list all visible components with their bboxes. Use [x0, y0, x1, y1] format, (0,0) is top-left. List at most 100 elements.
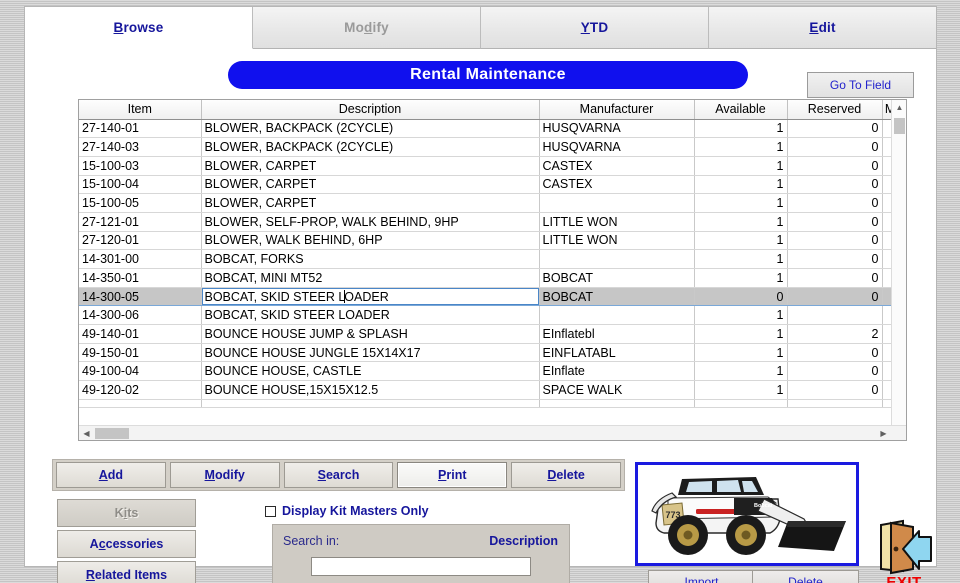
- available-cell[interactable]: 1: [694, 156, 788, 176]
- available-cell[interactable]: 1: [694, 324, 788, 344]
- print-button[interactable]: Print: [397, 462, 508, 488]
- description-cell[interactable]: BOBCAT, FORKS: [201, 249, 540, 269]
- scroll-right-icon[interactable]: ▶: [876, 426, 891, 440]
- available-cell[interactable]: 1: [694, 175, 788, 195]
- kits-button[interactable]: Kits: [57, 499, 196, 527]
- reserved-cell[interactable]: 0: [787, 212, 883, 232]
- column-header-manufacturer[interactable]: Manufacturer: [539, 100, 695, 120]
- available-cell[interactable]: 0: [694, 286, 788, 307]
- reserved-cell[interactable]: [787, 305, 883, 326]
- description-cell[interactable]: BLOWER, BACKPACK (2CYCLE): [201, 119, 540, 139]
- available-cell[interactable]: 1: [694, 380, 788, 400]
- manufacturer-cell[interactable]: LITTLE WON: [539, 231, 695, 251]
- available-cell[interactable]: 1: [694, 361, 788, 382]
- item-cell[interactable]: 14-301-00: [79, 249, 202, 269]
- manufacturer-cell[interactable]: HUSQVARNA: [539, 119, 695, 139]
- table-row-partial[interactable]: [79, 399, 906, 408]
- description-cell[interactable]: BOUNCE HOUSE JUNGLE 15X14X17: [201, 343, 540, 363]
- description-cell[interactable]: BLOWER, CARPET: [201, 175, 540, 195]
- item-cell[interactable]: 49-120-02: [79, 380, 202, 400]
- search-input[interactable]: [311, 557, 531, 576]
- description-cell[interactable]: BOUNCE HOUSE,15X15X12.5: [201, 380, 540, 400]
- table-row[interactable]: 14-301-00BOBCAT, FORKS1000: [79, 249, 906, 269]
- table-row[interactable]: 49-100-04BOUNCE HOUSE, CASTLEEInflate100…: [79, 361, 906, 382]
- table-row[interactable]: 27-140-01 BLOWER, BACKPACK (2CYCLE) HUSQVA…: [79, 119, 906, 139]
- tab-ytd[interactable]: YTD: [481, 7, 709, 49]
- display-kit-masters-checkbox-row[interactable]: Display Kit Masters Only: [265, 504, 429, 518]
- tab-browse[interactable]: Browse: [25, 7, 253, 49]
- available-cell[interactable]: 1: [694, 305, 788, 326]
- manufacturer-cell[interactable]: EINFLATABL: [539, 343, 695, 363]
- scroll-up-icon[interactable]: ▲: [892, 100, 906, 115]
- table-row[interactable]: 14-300-06BOBCAT, SKID STEER LOADER100: [79, 305, 906, 326]
- description-cell[interactable]: BLOWER, SELF-PROP, WALK BEHIND, 9HP: [201, 212, 540, 232]
- manufacturer-cell[interactable]: SPACE WALK: [539, 380, 695, 400]
- column-header-reserved[interactable]: Reserved: [787, 100, 883, 120]
- grid-vertical-scrollbar[interactable]: ▲ ▼: [891, 100, 906, 440]
- reserved-cell[interactable]: 0: [787, 361, 883, 382]
- search-button[interactable]: Search: [283, 462, 394, 488]
- table-row[interactable]: 15-100-03BLOWER, CARPETCASTEX1000: [79, 156, 906, 176]
- manufacturer-cell[interactable]: EInflate: [539, 361, 695, 382]
- tab-modify[interactable]: Modify: [253, 7, 481, 49]
- manufacturer-cell[interactable]: CASTEX: [539, 175, 695, 195]
- reserved-cell[interactable]: 0: [787, 231, 883, 251]
- item-cell[interactable]: 27-120-01: [79, 231, 202, 251]
- manufacturer-cell[interactable]: BOBCAT: [539, 268, 695, 288]
- image-import-button[interactable]: Import: [648, 570, 755, 583]
- item-cell[interactable]: 15-100-05: [79, 193, 202, 213]
- available-cell[interactable]: 1: [694, 249, 788, 269]
- description-cell[interactable]: BLOWER, WALK BEHIND, 6HP: [201, 231, 540, 251]
- tab-edit[interactable]: Edit: [709, 7, 936, 49]
- horizontal-scroll-thumb[interactable]: [95, 428, 129, 439]
- table-row[interactable]: 14-300-05 BOBCAT, SKID STEER LOADER BOBCAT…: [79, 286, 906, 307]
- item-cell[interactable]: 14-350-01: [79, 268, 202, 288]
- table-row[interactable]: 15-100-04BLOWER, CARPETCASTEX1000: [79, 175, 906, 195]
- table-row[interactable]: 15-100-05BLOWER, CARPET1000: [79, 193, 906, 213]
- add-button[interactable]: Add: [56, 462, 166, 488]
- reserved-cell[interactable]: 0: [787, 119, 883, 139]
- available-cell[interactable]: 1: [694, 137, 788, 157]
- description-cell[interactable]: BOUNCE HOUSE, CASTLE: [201, 361, 540, 382]
- description-cell[interactable]: BLOWER, CARPET: [201, 156, 540, 176]
- reserved-cell[interactable]: 0: [787, 137, 883, 157]
- description-cell[interactable]: BOBCAT, SKID STEER LOADER: [201, 286, 540, 307]
- checkbox-icon[interactable]: [265, 505, 276, 517]
- accessories-button[interactable]: Accessories: [57, 530, 196, 558]
- delete-button[interactable]: Delete: [511, 462, 621, 488]
- manufacturer-cell[interactable]: CASTEX: [539, 156, 695, 176]
- column-header-description[interactable]: Description: [201, 100, 540, 120]
- manufacturer-cell[interactable]: BOBCAT: [539, 286, 695, 307]
- item-cell[interactable]: 15-100-03: [79, 156, 202, 176]
- table-row[interactable]: 49-140-01 BOUNCE HOUSE JUMP & SPLASH EInfl…: [79, 324, 906, 344]
- item-cell[interactable]: 49-150-01: [79, 343, 202, 363]
- available-cell[interactable]: 1: [694, 193, 788, 213]
- table-row[interactable]: 49-120-02 BOUNCE HOUSE,15X15X12.5 SPACE WA…: [79, 380, 906, 400]
- manufacturer-cell[interactable]: [539, 249, 695, 269]
- available-cell[interactable]: 1: [694, 212, 788, 232]
- item-cell[interactable]: 15-100-04: [79, 175, 202, 195]
- column-header-available[interactable]: Available: [694, 100, 788, 120]
- available-cell[interactable]: 1: [694, 231, 788, 251]
- manufacturer-cell[interactable]: LITTLE WON: [539, 212, 695, 232]
- exit-button[interactable]: EXIT: [873, 519, 935, 583]
- grid-horizontal-scrollbar[interactable]: ◀ ▶: [79, 425, 906, 440]
- table-row[interactable]: 27-121-01 BLOWER, SELF-PROP, WALK BEHIND,…: [79, 212, 906, 232]
- table-row[interactable]: 49-150-01 BOUNCE HOUSE JUNGLE 15X14X17 EIN…: [79, 343, 906, 363]
- reserved-cell[interactable]: 0: [787, 175, 883, 195]
- manufacturer-cell[interactable]: HUSQVARNA: [539, 137, 695, 157]
- reserved-cell[interactable]: 0: [787, 343, 883, 363]
- item-cell[interactable]: 27-140-03: [79, 137, 202, 157]
- item-cell[interactable]: 49-100-04: [79, 361, 202, 382]
- image-delete-button[interactable]: Delete: [752, 570, 859, 583]
- manufacturer-cell[interactable]: EInflatebl: [539, 324, 695, 344]
- manufacturer-cell[interactable]: [539, 305, 695, 326]
- description-cell[interactable]: BLOWER, CARPET: [201, 193, 540, 213]
- column-header-item[interactable]: Item: [79, 100, 202, 120]
- reserved-cell[interactable]: 0: [787, 156, 883, 176]
- reserved-cell[interactable]: 0: [787, 286, 883, 307]
- available-cell[interactable]: 1: [694, 119, 788, 139]
- modify-button[interactable]: Modify: [169, 462, 280, 488]
- go-to-field-button[interactable]: Go To Field: [807, 72, 914, 98]
- vertical-scroll-thumb[interactable]: [894, 118, 905, 134]
